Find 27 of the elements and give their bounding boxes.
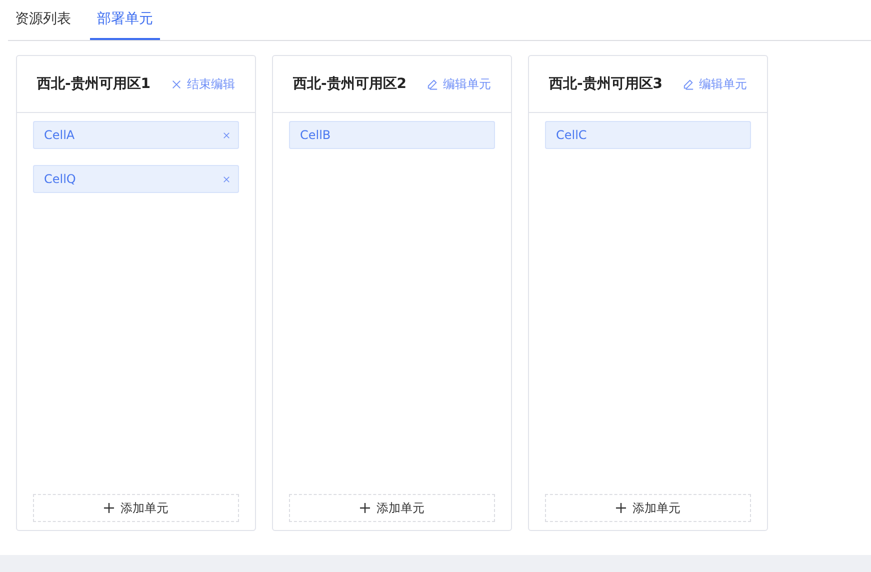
zone-title: 西北-贵州可用区1	[37, 75, 151, 93]
plus-icon	[616, 503, 626, 513]
tab[interactable]: 资源列表	[8, 0, 78, 40]
cell-tag[interactable]: CellB	[289, 121, 495, 149]
zone-title: 西北-贵州可用区2	[293, 75, 407, 93]
cell-name: CellC	[556, 128, 587, 142]
close-icon	[171, 78, 182, 90]
edit-toggle-link[interactable]: 编辑单元	[683, 76, 747, 92]
edit-toggle-link[interactable]: 结束编辑	[171, 76, 235, 92]
pencil-icon	[427, 78, 438, 90]
cell-tag[interactable]: CellC	[545, 121, 751, 149]
pencil-icon	[683, 78, 694, 90]
add-cell-button[interactable]: 添加单元	[33, 494, 239, 522]
edit-toggle-link[interactable]: 编辑单元	[427, 76, 491, 92]
tab[interactable]: 部署单元	[90, 0, 160, 40]
zone-title: 西北-贵州可用区3	[549, 75, 663, 93]
plus-icon	[104, 503, 114, 513]
close-icon[interactable]	[223, 132, 230, 138]
plus-icon	[360, 503, 370, 513]
cell-tag[interactable]: CellQ	[33, 165, 239, 193]
cell-name: CellA	[44, 128, 75, 142]
cell-tag[interactable]: CellA	[33, 121, 239, 149]
close-icon[interactable]	[223, 176, 230, 182]
cell-name: CellQ	[44, 172, 76, 186]
add-cell-button[interactable]: 添加单元	[545, 494, 751, 522]
cell-name: CellB	[300, 128, 331, 142]
add-cell-button[interactable]: 添加单元	[289, 494, 495, 522]
